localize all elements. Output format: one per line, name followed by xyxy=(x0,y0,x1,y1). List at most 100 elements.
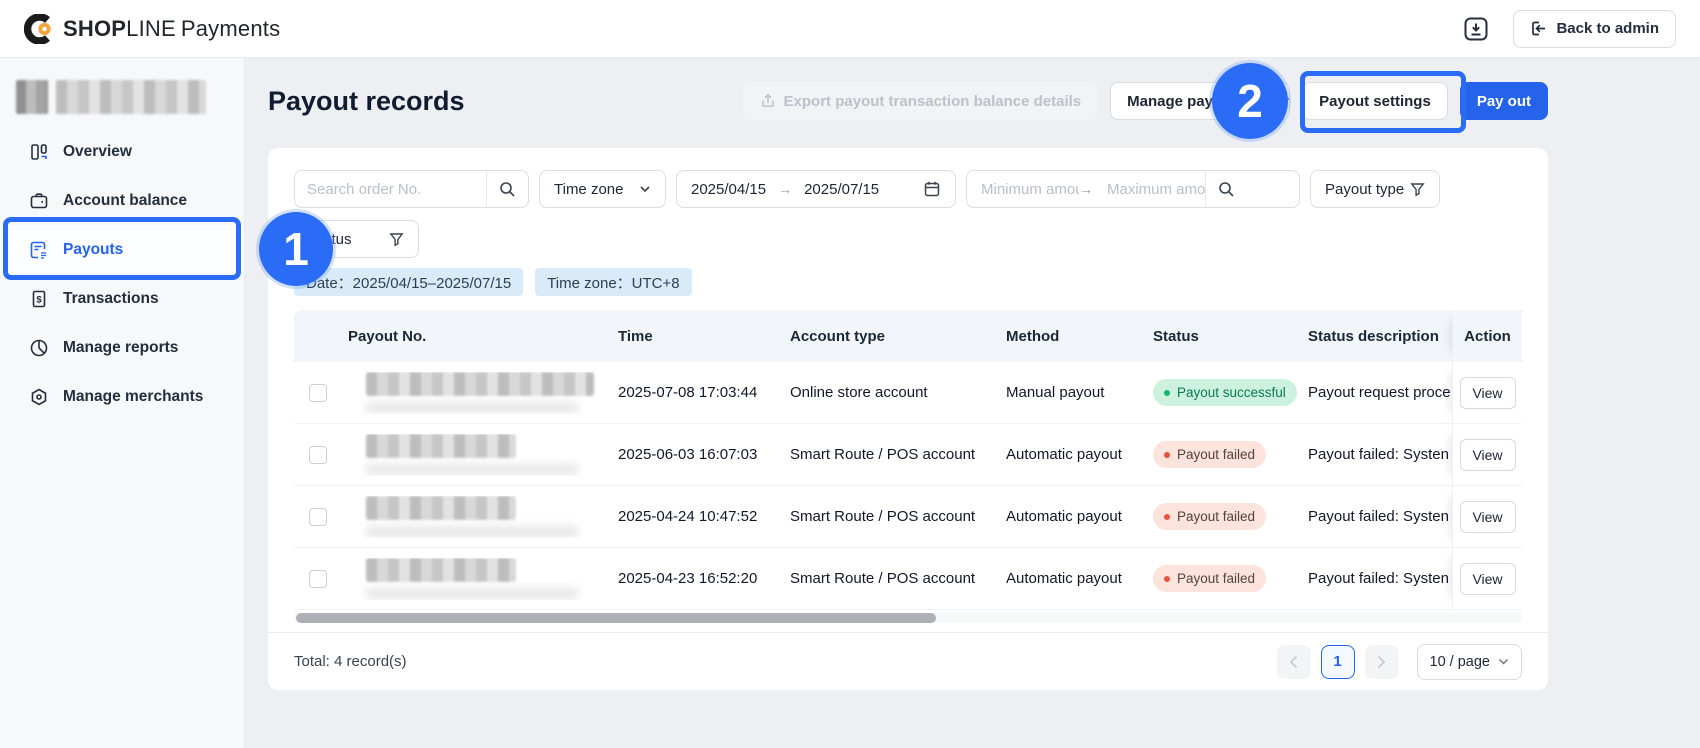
funnel-icon xyxy=(1410,182,1425,197)
search-icon xyxy=(499,181,516,198)
sidebar-item-manage-reports[interactable]: Manage reports xyxy=(0,323,244,372)
brand-line: LINE xyxy=(126,16,176,41)
chevron-down-icon xyxy=(1498,658,1509,665)
download-button[interactable] xyxy=(1461,14,1491,44)
payout-no-mosaic xyxy=(366,434,516,458)
sidebar-item-overview[interactable]: Overview xyxy=(0,127,244,176)
column-status: Status xyxy=(1146,328,1306,345)
column-action: Action xyxy=(1452,310,1522,362)
status-dot xyxy=(1164,452,1170,458)
date-end-value: 2025/07/15 xyxy=(804,181,879,198)
download-icon xyxy=(1461,14,1491,44)
annotation-step2-box xyxy=(1300,71,1466,133)
brand-product: Payments xyxy=(181,16,280,41)
table-row: 2025-06-03 16:07:03 Smart Route / POS ac… xyxy=(294,424,1522,486)
sidebar-item-manage-merchants[interactable]: Manage merchants xyxy=(0,372,244,421)
annotation-step2-badge: 2 xyxy=(1212,63,1288,139)
sidebar-item-label: Overview xyxy=(63,143,132,161)
table-header-row: Payout No. Time Account type Method Stat… xyxy=(294,310,1522,362)
view-button[interactable]: View xyxy=(1460,377,1516,409)
top-bar: SHOPLINEPayments Back to admin xyxy=(0,0,1700,58)
column-payout-no: Payout No. xyxy=(342,328,616,345)
status-badge: Payout failed xyxy=(1153,441,1266,468)
payout-no-mosaic xyxy=(366,558,516,582)
date-start-value: 2025/04/15 xyxy=(691,181,766,198)
status-badge: Payout failed xyxy=(1153,565,1266,592)
amount-range-group: → xyxy=(966,170,1300,208)
next-page-button[interactable] xyxy=(1365,645,1399,679)
minimum-amount-input[interactable] xyxy=(967,181,1079,198)
sidebar-item-label: Manage merchants xyxy=(63,388,203,406)
page-size-label: 10 / page xyxy=(1430,654,1490,670)
brand-text: SHOPLINEPayments xyxy=(63,16,280,42)
row-checkbox[interactable] xyxy=(309,508,327,526)
page-size-select[interactable]: 10 / page xyxy=(1417,644,1522,680)
row-method: Manual payout xyxy=(1004,384,1146,401)
row-checkbox[interactable] xyxy=(309,446,327,464)
merchant-badge-icon xyxy=(29,387,49,407)
prev-page-button[interactable] xyxy=(1277,645,1311,679)
status-badge: Payout failed xyxy=(1153,503,1266,530)
export-icon xyxy=(760,93,776,109)
topbar-actions: Back to admin xyxy=(1461,10,1676,48)
merchant-name-blurred xyxy=(56,80,206,114)
horizontal-scrollbar[interactable] xyxy=(294,613,1522,623)
payout-records-card: Time zone 2025/04/15 → 2025/07/15 → xyxy=(268,148,1548,690)
dollar-receipt-icon: $ xyxy=(29,289,49,309)
page-title: Payout records xyxy=(268,86,465,117)
svg-text:$: $ xyxy=(36,294,42,305)
column-method: Method xyxy=(1004,328,1146,345)
row-checkbox[interactable] xyxy=(309,570,327,588)
amount-search-button[interactable] xyxy=(1205,171,1247,207)
export-label: Export payout transaction balance detail… xyxy=(784,93,1082,110)
view-button[interactable]: View xyxy=(1460,439,1516,471)
export-payout-details-button[interactable]: Export payout transaction balance detail… xyxy=(743,82,1099,120)
row-status-description: Payout failed: Systen xyxy=(1306,446,1452,463)
view-button[interactable]: View xyxy=(1460,501,1516,533)
payout-no-mosaic xyxy=(366,372,594,396)
sidebar-item-label: Manage reports xyxy=(63,339,178,357)
total-records: Total: 4 record(s) xyxy=(294,653,407,670)
main-content: Payout records Export payout transaction… xyxy=(245,58,1700,748)
payout-type-label: Payout type xyxy=(1325,181,1404,198)
payout-type-filter[interactable]: Payout type xyxy=(1310,170,1440,208)
view-button[interactable]: View xyxy=(1460,563,1516,595)
overview-icon xyxy=(29,142,49,162)
row-account-type: Smart Route / POS account xyxy=(788,508,1004,525)
annotation-step1-box xyxy=(3,217,241,280)
time-zone-label: Time zone xyxy=(554,181,623,198)
row-time: 2025-07-08 17:03:44 xyxy=(616,384,788,401)
table-row: 2025-04-23 16:52:20 Smart Route / POS ac… xyxy=(294,548,1522,610)
pagination: 1 10 / page xyxy=(1277,644,1522,680)
payout-amount-blurred xyxy=(366,587,578,600)
search-button[interactable] xyxy=(486,171,528,207)
time-zone-filter-tag: Time zone：UTC+8 xyxy=(535,268,691,296)
date-range-arrow: → xyxy=(778,181,792,197)
row-method: Automatic payout xyxy=(1004,508,1146,525)
back-to-admin-label: Back to admin xyxy=(1556,20,1659,37)
back-to-admin-button[interactable]: Back to admin xyxy=(1513,10,1676,48)
row-status-description: Payout failed: Systen xyxy=(1306,508,1452,525)
maximum-amount-input[interactable] xyxy=(1093,181,1205,198)
time-zone-select[interactable]: Time zone xyxy=(539,170,666,208)
filters-row: Time zone 2025/04/15 → 2025/07/15 → xyxy=(294,170,1440,208)
chevron-left-icon xyxy=(1289,655,1298,669)
search-order-input[interactable] xyxy=(295,181,486,198)
search-icon xyxy=(1218,181,1235,198)
applied-filter-tags: Date：2025/04/15–2025/07/15 Time zone：UTC… xyxy=(294,268,692,296)
row-checkbox[interactable] xyxy=(309,384,327,402)
page-1-button[interactable]: 1 xyxy=(1321,645,1355,679)
pay-out-label: Pay out xyxy=(1477,93,1531,110)
payout-no-mosaic xyxy=(366,496,516,520)
scrollbar-thumb[interactable] xyxy=(296,613,936,623)
search-order-group xyxy=(294,170,529,208)
sidebar-item-transactions[interactable]: $ Transactions xyxy=(0,274,244,323)
date-range-picker[interactable]: 2025/04/15 → 2025/07/15 xyxy=(676,170,956,208)
column-time: Time xyxy=(616,328,788,345)
status-badge: Payout successful xyxy=(1153,379,1297,406)
row-account-type: Smart Route / POS account xyxy=(788,446,1004,463)
table-row: 2025-04-24 10:47:52 Smart Route / POS ac… xyxy=(294,486,1522,548)
brand-shop: SHOP xyxy=(63,16,126,41)
payout-no-blurred xyxy=(342,434,616,476)
pay-out-button[interactable]: Pay out xyxy=(1460,82,1548,120)
